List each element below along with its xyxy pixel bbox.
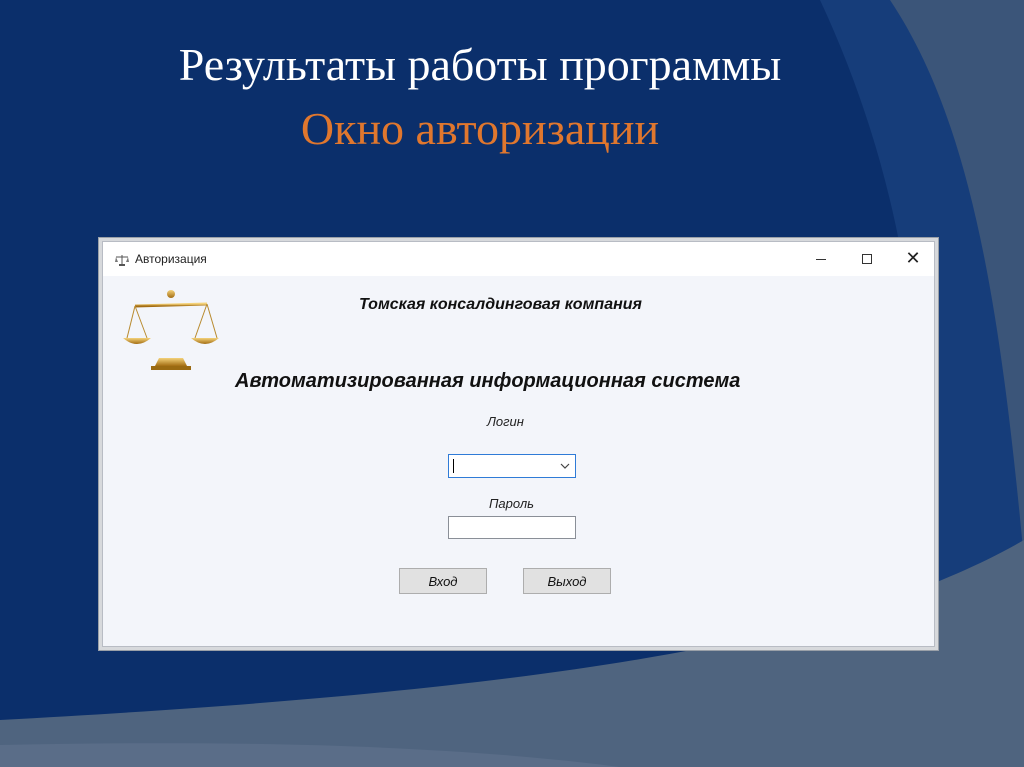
authorization-window: Авторизация ✕ Томская консалдинговая ком… xyxy=(102,241,935,647)
slide-subtitle: Окно авторизации xyxy=(300,103,660,154)
chevron-down-icon[interactable] xyxy=(559,460,571,472)
slide-title: Результаты работы программы xyxy=(178,39,782,90)
system-name: Автоматизированная информационная систем… xyxy=(235,370,741,392)
password-field[interactable] xyxy=(448,516,576,539)
login-combobox[interactable] xyxy=(448,454,576,478)
maximize-icon xyxy=(862,254,872,264)
minimize-icon xyxy=(816,258,826,260)
scales-of-justice-icon xyxy=(123,290,219,370)
login-button[interactable]: Вход xyxy=(399,568,487,594)
company-name: Томская консалдинговая компания xyxy=(359,296,642,313)
close-icon: ✕ xyxy=(905,248,921,269)
text-caret xyxy=(453,459,454,473)
window-titlebar[interactable]: Авторизация ✕ xyxy=(103,242,934,276)
password-label: Пароль xyxy=(489,496,534,511)
minimize-button[interactable] xyxy=(798,242,844,276)
screenshot-frame: Авторизация ✕ Томская консалдинговая ком… xyxy=(98,237,939,651)
close-button[interactable]: ✕ xyxy=(890,242,936,276)
maximize-button[interactable] xyxy=(844,242,890,276)
scales-icon xyxy=(115,255,129,266)
window-title: Авторизация xyxy=(135,252,207,266)
login-label: Логин xyxy=(487,414,524,429)
exit-button[interactable]: Выход xyxy=(523,568,611,594)
